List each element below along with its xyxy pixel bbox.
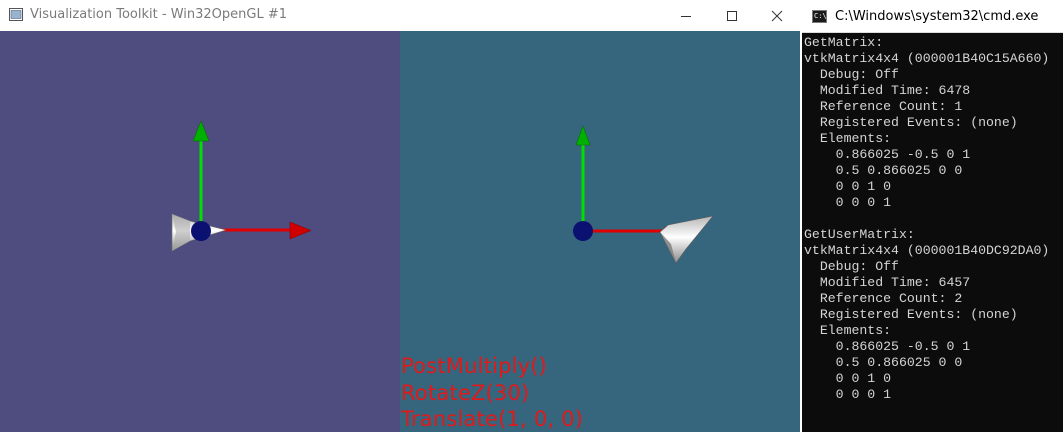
left-origin-sphere (191, 221, 211, 241)
close-icon (771, 10, 783, 21)
cmd-output-line: vtkMatrix4x4 (000001B40C15A660) (804, 51, 1050, 66)
cmd-output-line: 0.866025 -0.5 0 1 (804, 339, 971, 354)
close-button[interactable] (754, 0, 800, 31)
render-area[interactable]: PostMultiply() RotateZ(30) Translate(1, … (0, 31, 800, 432)
vtk-title-bar[interactable]: Visualization Toolkit - Win32OpenGL #1 (0, 0, 800, 31)
cmd-output-line: Elements: (804, 323, 892, 338)
cmd-output-line: 0.5 0.866025 0 0 (804, 355, 963, 370)
minimize-button[interactable] (663, 0, 709, 31)
cmd-output-line: GetMatrix: (804, 35, 884, 50)
cmd-output-line (804, 211, 1049, 227)
cmd-output-line: 0 0 0 1 (804, 387, 892, 402)
transform-label-rotatez: RotateZ(30) (401, 381, 530, 405)
cmd-output-line: 0.866025 -0.5 0 1 (804, 147, 971, 162)
cmd-output-line: Reference Count: 2 (804, 291, 963, 306)
cmd-output-line: Registered Events: (none) (804, 115, 1018, 130)
cmd-window-title: C:\Windows\system32\cmd.exe (835, 9, 1039, 24)
transform-label-postmultiply: PostMultiply() (401, 354, 548, 378)
cmd-output-line: 0 0 1 0 (804, 371, 892, 386)
cmd-output-line: Registered Events: (none) (804, 307, 1018, 322)
cmd-title-bar[interactable]: C:\ C:\Windows\system32\cmd.exe (802, 0, 1063, 33)
cmd-output-line: Modified Time: 6478 (804, 83, 971, 98)
maximize-button[interactable] (709, 0, 755, 31)
cmd-output-line: 0.5 0.866025 0 0 (804, 163, 963, 178)
vtk-window-title: Visualization Toolkit - Win32OpenGL #1 (30, 7, 287, 22)
cmd-output-line: Debug: Off (804, 259, 899, 274)
cmd-output-line: 0 0 1 0 (804, 179, 892, 194)
vtk-render-window[interactable]: Visualization Toolkit - Win32OpenGL #1 P… (0, 0, 800, 432)
transform-label-translate: Translate(1, 0, 0) (401, 407, 584, 431)
render-canvas[interactable] (0, 31, 800, 432)
maximize-icon (727, 10, 737, 21)
cmd-output-line: Elements: (804, 131, 892, 146)
cmd-icon-text: C:\ (814, 12, 827, 20)
right-origin-sphere (573, 221, 593, 241)
cmd-output-line: 0 0 0 1 (804, 195, 892, 210)
cmd-output-line: Modified Time: 6457 (804, 275, 971, 290)
minimize-icon (681, 15, 691, 17)
cmd-console-window[interactable]: C:\ C:\Windows\system32\cmd.exe GetMatri… (802, 0, 1063, 432)
vtk-app-icon (9, 8, 23, 21)
cmd-output-line: Reference Count: 1 (804, 99, 963, 114)
cmd-app-icon: C:\ (812, 10, 827, 23)
cmd-output-line: GetUserMatrix: (804, 227, 915, 242)
cmd-output-line: vtkMatrix4x4 (000001B40DC92DA0) (804, 243, 1050, 258)
cmd-output-text[interactable]: GetMatrix: vtkMatrix4x4 (000001B40C15A660… (804, 35, 1049, 403)
cmd-output-line: Debug: Off (804, 67, 899, 82)
